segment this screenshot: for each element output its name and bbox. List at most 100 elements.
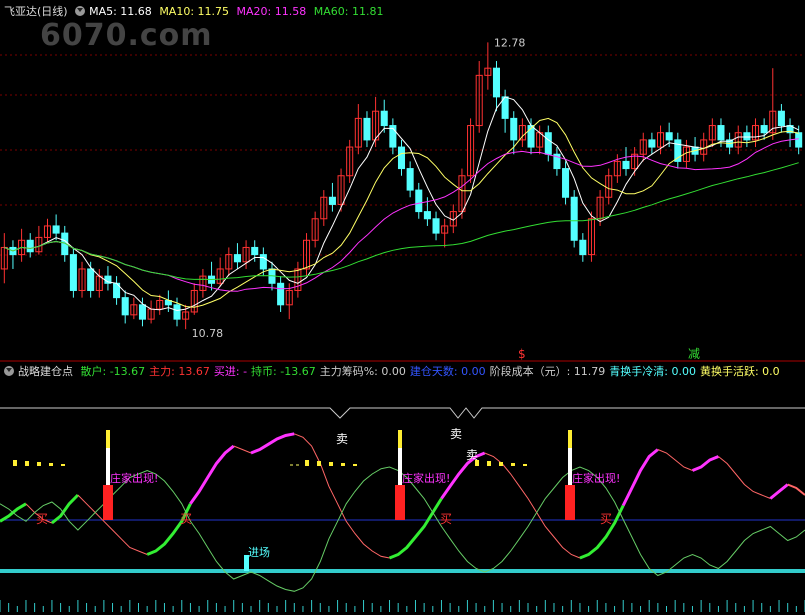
readout-3: 持币: -13.67 — [251, 365, 316, 378]
yellow-mini-bar-1-0 — [305, 460, 309, 466]
dealer-yellow-bar-1 — [398, 430, 402, 448]
yellow-mini-bar-1-4 — [353, 464, 357, 466]
sell-label-1: 卖 — [450, 427, 462, 441]
candle-body-32 — [277, 282, 285, 306]
osc-seg-10 — [50, 493, 79, 525]
osc-seg-84 — [691, 455, 719, 472]
dealer-red-bar-0 — [103, 485, 113, 520]
candle-body-42 — [363, 117, 371, 141]
candle-body-14 — [121, 297, 129, 316]
indicator-title: 战略建仓点 — [18, 365, 73, 378]
candle-body-92 — [795, 132, 803, 148]
yellow-mini-bar-2-3 — [511, 463, 515, 466]
candle-body-66 — [570, 196, 578, 241]
osc-seg-end — [787, 483, 805, 496]
ma60-line — [4, 162, 799, 281]
candle-body-30 — [259, 254, 267, 270]
yellow-mini-bar-1-1 — [317, 461, 321, 466]
yellow-mini-bar-2-4 — [523, 464, 527, 466]
osc-seg-46 — [294, 433, 390, 559]
yellow-mini-bar-2-2 — [499, 462, 503, 466]
candle-body-48 — [415, 189, 423, 213]
watermark: 6070.com — [40, 18, 213, 53]
top-bracket-line — [0, 407, 805, 419]
candle-body-88 — [760, 125, 768, 134]
buy-label-2: 买 — [440, 512, 452, 526]
indicator-dropdown-icon[interactable] — [4, 366, 14, 376]
yellow-mini-bar-2-1 — [487, 461, 491, 466]
candle-body-27 — [233, 254, 241, 263]
candle-body-65 — [562, 168, 570, 198]
sell-label-2: 卖 — [466, 448, 478, 462]
dealer-red-bar-2 — [565, 485, 575, 520]
candle-body-3 — [26, 239, 34, 253]
osc-seg-35 — [250, 432, 295, 455]
indicator-readouts: 散户: -13.67 主力: 13.67 买进: - 持币: -13.67 主力筹码%:… — [81, 365, 784, 378]
yellow-mini-bar-1-2 — [329, 462, 333, 466]
readout-7: 青换手冷清: 0.00 — [609, 365, 696, 378]
readout-8: 黄换手活跃: 0.0 — [699, 365, 780, 378]
candle-body-16 — [138, 304, 146, 320]
osc-seg-77 — [621, 448, 659, 507]
candle-body-90 — [777, 110, 785, 127]
ma60-readout: MA60: 11.81 — [313, 5, 384, 18]
sell-label-0: 卖 — [336, 432, 348, 446]
candle-body-46 — [397, 146, 406, 170]
ma20-readout: MA20: 11.58 — [236, 5, 307, 18]
candle-body-59 — [510, 117, 518, 141]
dealer-label-2: 庄家出现! — [572, 471, 620, 485]
candle-body-50 — [432, 218, 440, 234]
candle-body-29 — [251, 246, 259, 256]
ma5-readout: MA5: 11.68 — [89, 5, 152, 18]
osc-seg-90 — [718, 456, 771, 499]
readout-0: 散户: -13.67 — [80, 365, 146, 378]
signal-label-1: 减 — [688, 347, 700, 361]
candle-body-20 — [173, 304, 181, 320]
candle-body-8 — [69, 254, 77, 291]
yellow-mini-bar-0-4 — [61, 464, 65, 466]
yellow-mini-bar-0-3 — [49, 463, 53, 466]
candle-body-83 — [717, 125, 725, 141]
osc-seg-30 — [233, 445, 252, 454]
candle-body-44 — [380, 110, 388, 127]
dealer-label-0: 庄家出现! — [110, 471, 158, 485]
candle-body-38 — [328, 196, 336, 205]
osc-seg-28 — [189, 444, 235, 505]
yellow-mini-bar-0-1 — [25, 461, 29, 466]
yellow-mini-bar-0-2 — [37, 462, 41, 466]
yellow-mini-bar-1-3 — [341, 463, 345, 466]
main-header: 飞亚达(日线) MA5: 11.68 MA10: 11.75 MA20: 11.… — [4, 4, 387, 20]
candle-body-49 — [423, 211, 431, 220]
readout-6: 阶段成本（元）: 11.79 — [489, 365, 606, 378]
indicator-header: 战略建仓点 散户: -13.67 主力: 13.67 买进: - 持币: -13.67… — [4, 364, 788, 380]
readout-4: 主力筹码%: 0.00 — [319, 365, 406, 378]
settings-dropdown-icon[interactable] — [75, 6, 86, 16]
candle-body-63 — [544, 132, 552, 155]
osc-seg-92 — [769, 483, 789, 500]
ma5-line — [4, 96, 799, 312]
enter-label: 进场 — [248, 545, 270, 559]
ma10-readout: MA10: 11.75 — [159, 5, 230, 18]
osc-seg-81 — [657, 449, 693, 471]
signal-label-0: $ — [518, 347, 526, 361]
candle-body-57 — [492, 67, 501, 98]
chart-title: 飞亚达(日线) — [4, 5, 68, 18]
buy-label-3: 买 — [600, 512, 612, 526]
high-label: 12.78 — [494, 36, 526, 49]
candle-body-77 — [665, 132, 673, 141]
candle-body-86 — [743, 132, 751, 141]
readout-1: 主力: 13.67 — [149, 365, 210, 378]
readout-2: 买进: - — [213, 365, 248, 378]
buy-label-0: 买 — [36, 512, 48, 526]
candle-body-10 — [87, 268, 95, 291]
candle-body-75 — [648, 139, 656, 148]
buy-label-1: 买 — [180, 512, 192, 526]
dealer-yellow-bar-2 — [568, 430, 572, 448]
candle-body-47 — [406, 168, 414, 191]
stock-chart: 12.7810.78$ 减庄家出现! 庄家出现! 庄家出现!买买买买卖 卖卖进场 — [0, 36, 805, 612]
dealer-label-1: 庄家出现! — [402, 471, 450, 485]
candle-body-6 — [52, 225, 60, 234]
yellow-mini-bar-0-0 — [13, 460, 17, 466]
low-label: 10.78 — [192, 327, 224, 340]
readout-5: 建仓天数: 0.00 — [409, 365, 486, 378]
